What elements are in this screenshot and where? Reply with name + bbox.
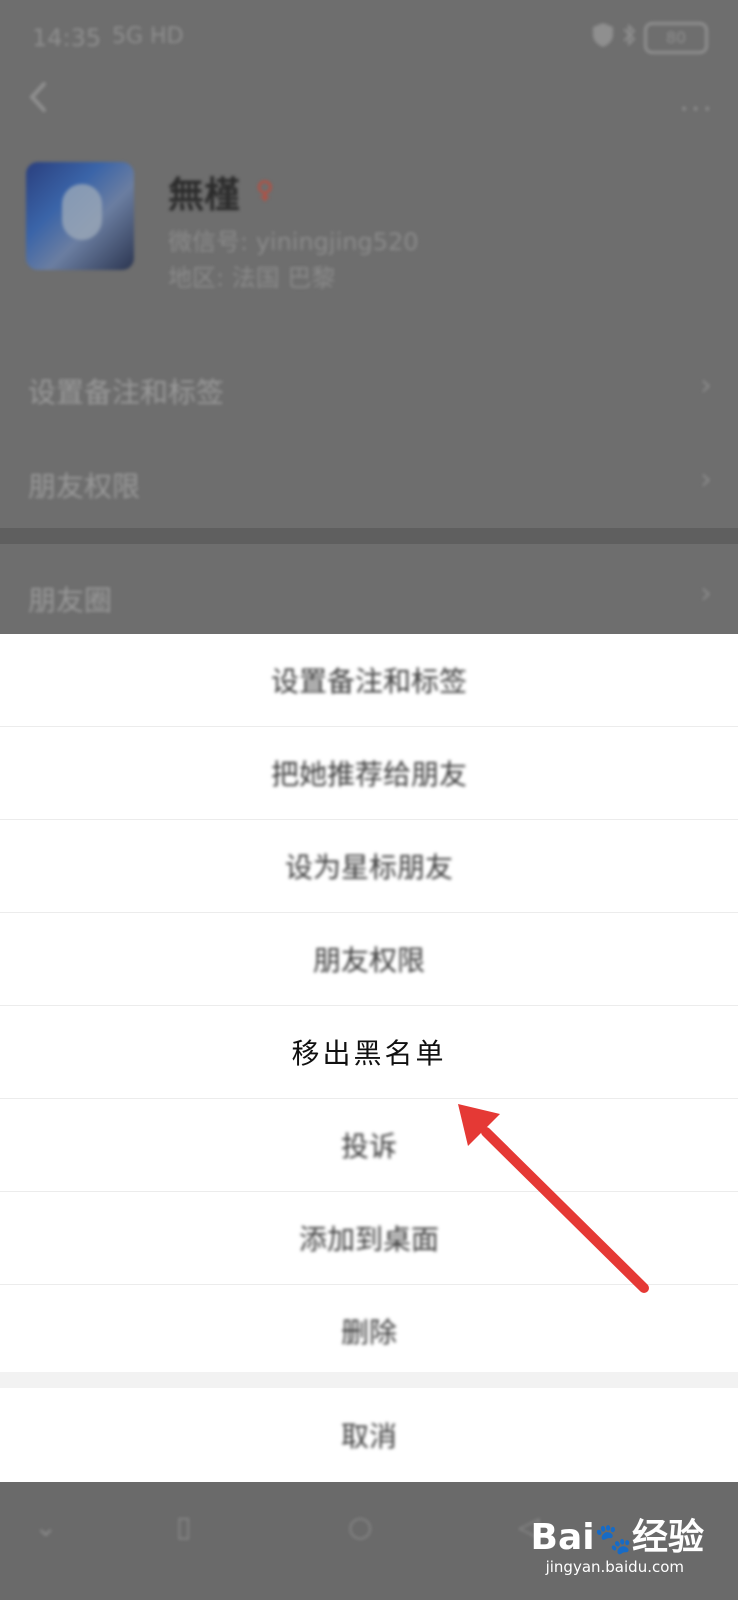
sheet-item-report[interactable]: 投诉 <box>0 1099 738 1192</box>
network-indicator: 5G HD <box>112 24 184 49</box>
baidu-jingyan-watermark: Bai🐾经验 jingyan.baidu.com <box>531 1508 704 1576</box>
nav-menu-icon[interactable]: ▯ <box>176 1510 191 1543</box>
nav-home-icon[interactable]: ○ <box>348 1510 372 1543</box>
sheet-item-label: 朋友权限 <box>312 944 425 977</box>
section-divider <box>0 528 738 544</box>
sheet-item-label: 设为星标朋友 <box>284 851 453 884</box>
battery-icon: 80 <box>644 22 708 54</box>
female-gender-icon: ♀ <box>256 176 274 204</box>
menu-row-label: 设置备注和标签 <box>28 376 225 409</box>
status-bar: 14:35 5G HD 80 <box>0 0 738 80</box>
sheet-item-permissions[interactable]: 朋友权限 <box>0 913 738 1006</box>
nav-hide-icon[interactable]: ⌄ <box>34 1510 57 1543</box>
sheet-item-recommend[interactable]: 把她推荐给朋友 <box>0 727 738 820</box>
menu-row-permissions: 朋友权限 › <box>0 438 738 528</box>
profile-region: 地区: 法国 巴黎 <box>168 264 336 292</box>
profile-name: 無槿 <box>168 175 241 216</box>
sheet-divider <box>0 1372 738 1388</box>
watermark-logo: Bai🐾经验 <box>531 1508 704 1560</box>
cancel-button[interactable]: 取消 <box>0 1388 738 1482</box>
chevron-right-icon: › <box>700 368 712 403</box>
back-arrow-icon <box>24 80 54 114</box>
menu-row-remark: 设置备注和标签 › <box>0 344 738 434</box>
menu-row-label: 朋友圈 <box>28 584 113 617</box>
avatar <box>26 162 134 270</box>
paw-icon: 🐾 <box>594 1522 632 1557</box>
sheet-item-remove-blacklist[interactable]: 移出黑名单 <box>0 1006 738 1099</box>
sheet-item-label: 设置备注和标签 <box>270 665 467 698</box>
more-icon: ··· <box>679 92 714 127</box>
sheet-item-label: 删除 <box>340 1316 397 1349</box>
sheet-item-star-friend[interactable]: 设为星标朋友 <box>0 820 738 913</box>
watermark-logo-suffix: 经验 <box>631 1517 704 1558</box>
status-icons: 80 <box>592 22 708 54</box>
sheet-item-set-remark[interactable]: 设置备注和标签 <box>0 634 738 727</box>
sheet-item-label: 移出黑名单 <box>291 1037 447 1070</box>
bluetooth-icon <box>622 22 636 54</box>
action-sheet: 设置备注和标签 把她推荐给朋友 设为星标朋友 朋友权限 移出黑名单 投诉 添加到… <box>0 634 738 1482</box>
cancel-label: 取消 <box>340 1420 397 1453</box>
profile-wechat-id: 微信号: yiningjing520 <box>168 228 419 256</box>
watermark-logo-text: Bai <box>530 1517 595 1558</box>
sheet-item-delete[interactable]: 删除 <box>0 1285 738 1377</box>
sheet-item-add-to-desktop[interactable]: 添加到桌面 <box>0 1192 738 1285</box>
sheet-item-label: 把她推荐给朋友 <box>270 758 467 791</box>
chevron-right-icon: › <box>700 462 712 497</box>
chevron-right-icon: › <box>700 576 712 611</box>
menu-row-label: 朋友权限 <box>28 470 141 503</box>
shield-icon <box>592 22 614 54</box>
watermark-url: jingyan.baidu.com <box>545 1558 684 1576</box>
status-time: 14:35 <box>32 24 102 52</box>
menu-row-moments: 朋友圈 › <box>0 552 738 642</box>
sheet-item-label: 添加到桌面 <box>298 1223 439 1256</box>
sheet-item-label: 投诉 <box>340 1130 397 1163</box>
